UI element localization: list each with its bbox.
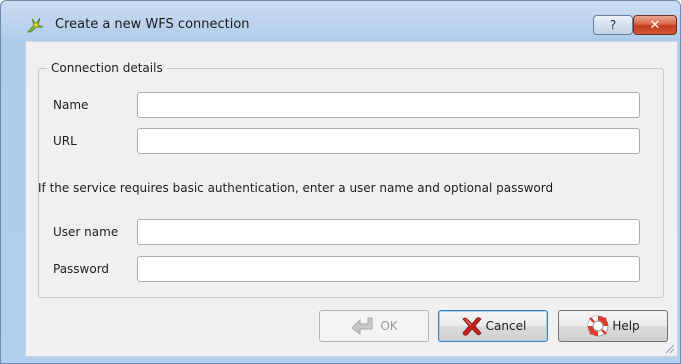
dialog-client-area: Connection details Name URL If the servi… <box>25 41 678 357</box>
username-label: User name <box>53 225 119 239</box>
name-field[interactable] <box>137 92 640 118</box>
titlebar-close-button[interactable]: ✕ <box>633 15 677 35</box>
resize-grip-icon[interactable] <box>663 342 675 354</box>
ok-button-label: OK <box>380 319 398 333</box>
title-bar[interactable]: Create a new WFS connection ? ✕ <box>1 1 680 35</box>
connection-details-group: Connection details Name URL If the servi… <box>38 60 664 298</box>
username-field[interactable] <box>137 219 640 245</box>
ok-button[interactable]: OK <box>319 310 429 342</box>
cancel-button-label: Cancel <box>485 319 527 333</box>
cancel-button[interactable]: Cancel <box>438 310 548 342</box>
auth-info-text: If the service requires basic authentica… <box>38 181 554 195</box>
dialog-window: Create a new WFS connection ? ✕ Connecti… <box>0 0 681 364</box>
qgis-app-icon <box>27 17 44 33</box>
url-field[interactable] <box>137 128 640 154</box>
help-button[interactable]: Help <box>558 310 668 342</box>
lifebuoy-icon <box>587 315 609 337</box>
password-label: Password <box>53 262 110 276</box>
titlebar-help-button[interactable]: ? <box>593 15 633 35</box>
red-x-icon <box>462 317 482 336</box>
ok-arrow-icon <box>351 317 373 335</box>
close-icon: ✕ <box>649 17 661 33</box>
question-mark-icon: ? <box>609 18 617 32</box>
window-title: Create a new WFS connection <box>55 17 250 32</box>
group-title: Connection details <box>47 60 167 76</box>
password-field[interactable] <box>137 256 640 282</box>
url-label: URL <box>53 134 77 148</box>
help-button-label: Help <box>612 319 640 333</box>
name-label: Name <box>53 98 89 112</box>
